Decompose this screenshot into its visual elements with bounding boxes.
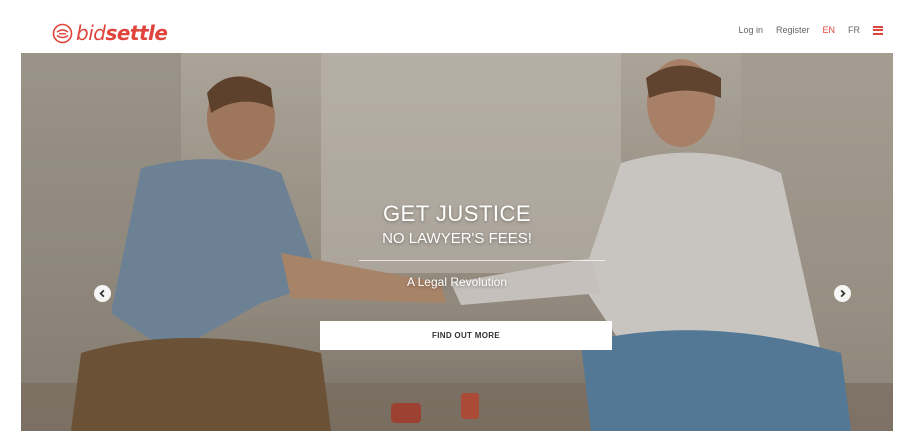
login-link[interactable]: Log in <box>738 25 763 35</box>
hero-subtitle: NO LAWYER'S FEES! <box>382 230 532 247</box>
site-logo[interactable]: bid settle <box>52 20 168 46</box>
hero-title: GET JUSTICE <box>382 201 532 226</box>
register-link[interactable]: Register <box>776 25 810 35</box>
site-header: bid settle Log in Register EN FR <box>21 12 893 53</box>
logo-text-settle: settle <box>105 21 168 45</box>
carousel-next-button[interactable] <box>834 285 851 302</box>
bidsettle-logo-icon <box>52 23 73 43</box>
top-nav: Log in Register EN FR <box>725 25 883 35</box>
logo-text-bid: bid <box>76 21 106 45</box>
chevron-right-icon <box>840 289 846 298</box>
find-out-more-button[interactable]: FIND OUT MORE <box>320 321 612 350</box>
hero-divider <box>359 260 605 261</box>
chevron-left-icon <box>99 289 105 298</box>
hero-carousel: GET JUSTICE NO LAWYER'S FEES! A Legal Re… <box>21 53 893 431</box>
carousel-prev-button[interactable] <box>94 285 111 302</box>
page-frame: bid settle Log in Register EN FR GET JUS… <box>0 0 902 431</box>
language-fr-link[interactable]: FR <box>848 25 860 35</box>
hamburger-icon[interactable] <box>873 25 883 35</box>
hero-tagline: A Legal Revolution <box>406 275 508 289</box>
language-en-link[interactable]: EN <box>822 25 835 35</box>
